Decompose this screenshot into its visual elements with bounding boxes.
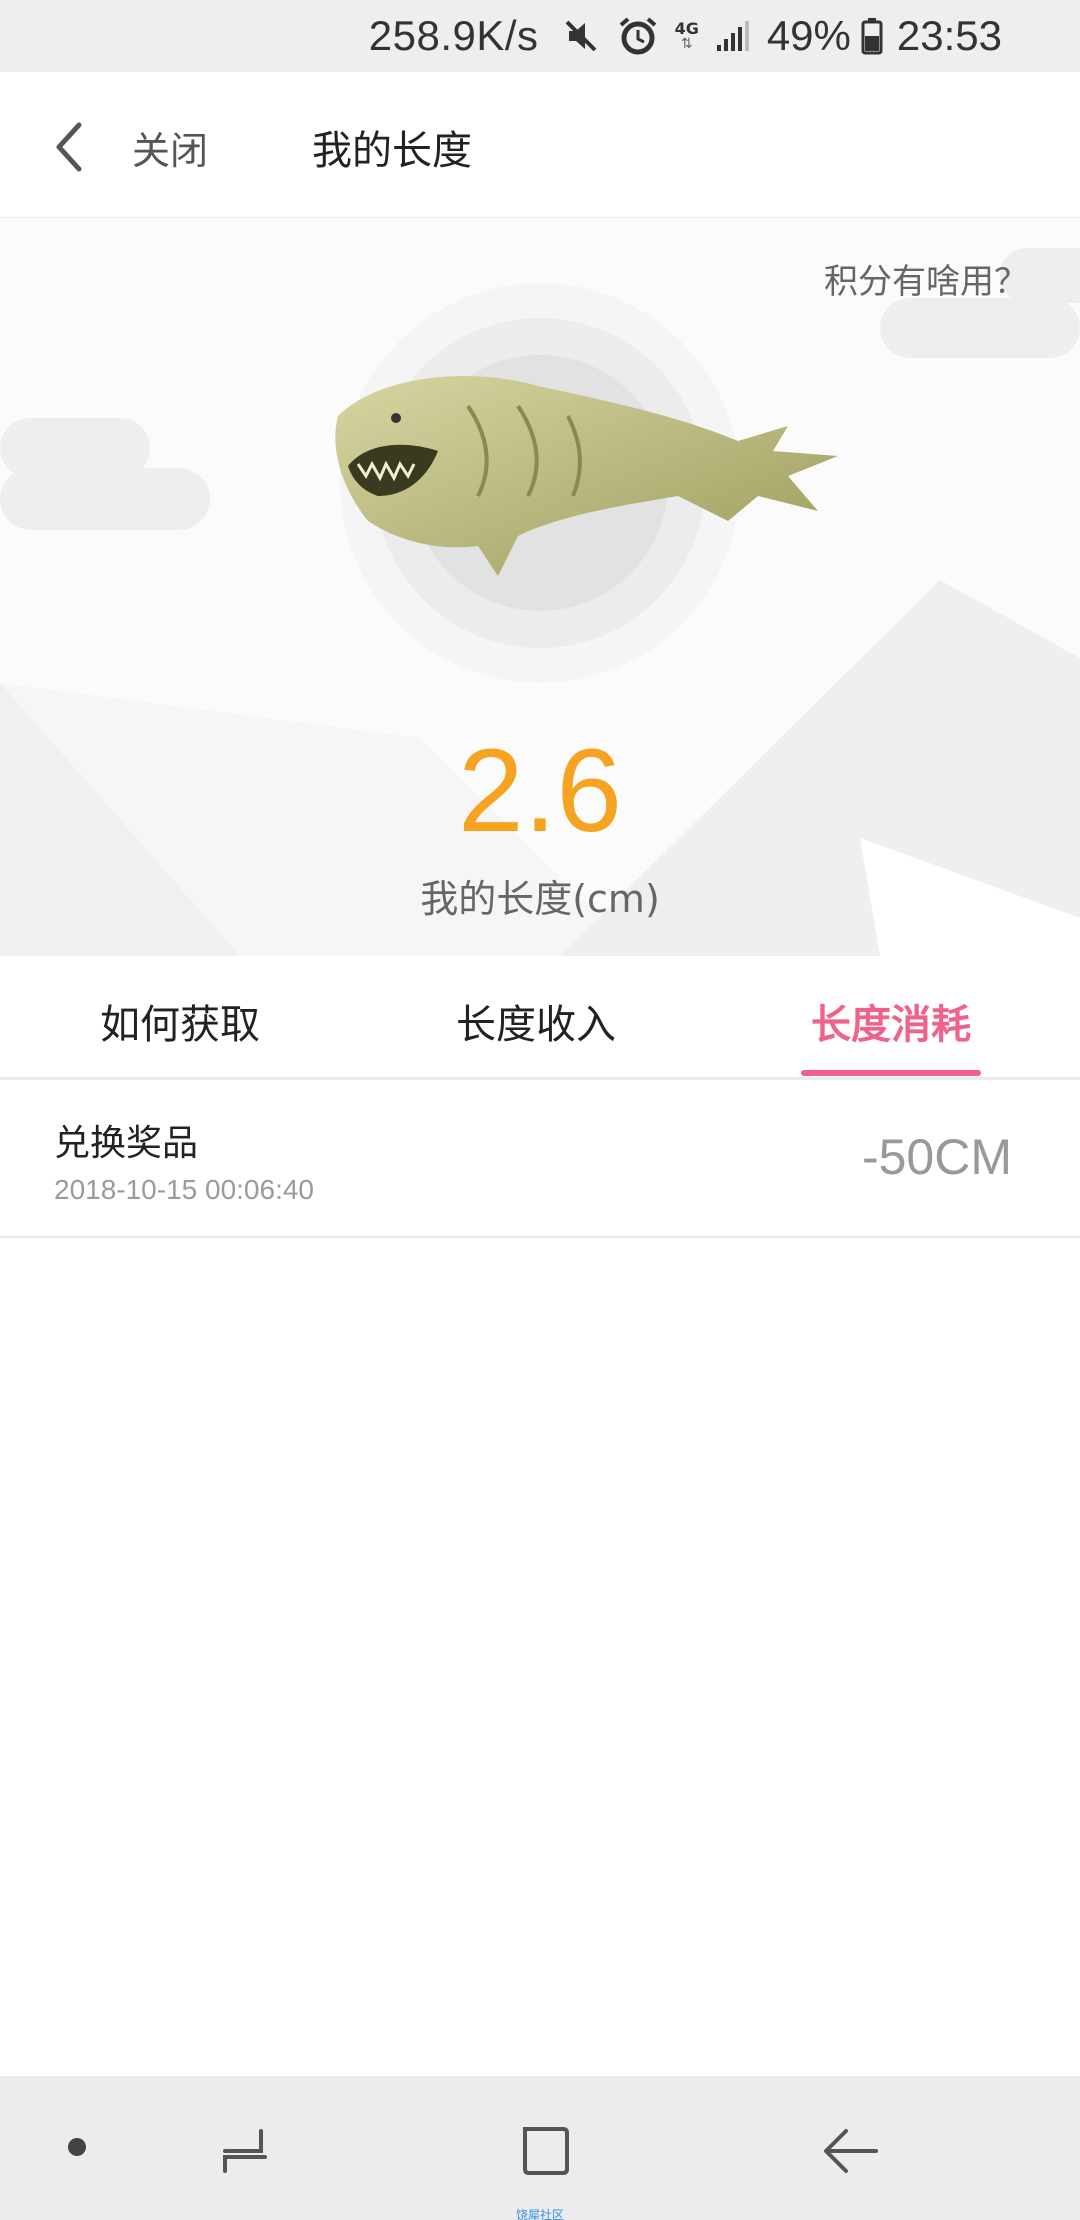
chevron-left-icon (56, 122, 82, 172)
points-help-link[interactable]: 积分有啥用？ (824, 254, 1028, 303)
record-time: 2018-10-15 00:06:40 (54, 1174, 314, 1205)
sea-creature-illustration (335, 376, 838, 576)
active-tab-indicator (801, 1070, 981, 1076)
record-title: 兑换奖品 (54, 1123, 199, 1164)
network-speed: 258.9K/s (368, 12, 539, 59)
length-label: 我的长度(cm) (420, 877, 660, 921)
system-nav-bar: 饶犀社区 (0, 2076, 1080, 2220)
recent-apps-icon[interactable] (210, 2116, 280, 2186)
clock-time: 23:53 (896, 12, 1002, 59)
4g-icon: 4G ⇅ (674, 19, 699, 52)
battery-percent: 49% (766, 12, 851, 59)
back-icon[interactable] (812, 2116, 888, 2186)
nav-caption: 饶犀社区 (515, 2208, 564, 2220)
mute-icon (561, 16, 601, 56)
length-hero: 积分有啥用？ 2.6 我的长度(cm) (0, 218, 1080, 956)
app-header: 关闭 我的长度 (0, 72, 1080, 218)
page-title: 我的长度 (312, 128, 472, 174)
tab-length-income[interactable]: 长度收入 (416, 992, 656, 1050)
length-value: 2.6 (457, 725, 623, 857)
signal-icon (715, 19, 751, 53)
back-button[interactable] (34, 112, 104, 182)
list-item[interactable]: 兑换奖品 2018-10-15 00:06:40 -50CM (0, 1080, 1080, 1238)
home-icon[interactable] (510, 2116, 580, 2186)
status-bar: 258.9K/s 4G ⇅ 49% 23:53 (0, 0, 1080, 72)
tab-bar: 如何获取 长度收入 长度消耗 (0, 956, 1080, 1080)
tab-how-to-get[interactable]: 如何获取 (60, 992, 300, 1050)
record-amount: -50CM (861, 1129, 1012, 1185)
tab-length-consumption[interactable]: 长度消耗 (771, 992, 1011, 1050)
close-button[interactable]: 关闭 (132, 120, 208, 175)
dot-icon[interactable] (52, 2122, 102, 2172)
battery-icon (861, 17, 883, 55)
alarm-icon (617, 15, 659, 57)
